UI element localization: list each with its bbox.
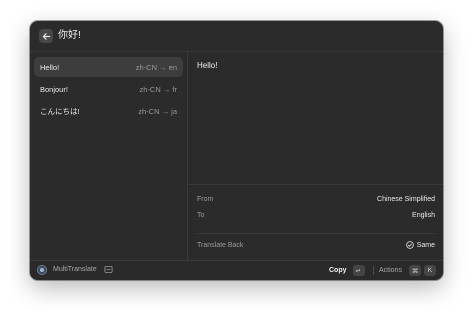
metadata-value: Chinese Simplified [377,195,435,203]
list-item[interactable]: Hello! zh-CN → en [34,57,183,77]
actions-button[interactable]: Actions ⌘ K [379,265,436,276]
k-key: K [423,265,436,276]
search-query[interactable]: 你好! [58,29,81,43]
list-item-label: Bonjour! [40,84,68,94]
metadata-panel: From Chinese Simplified To English Trans… [188,184,443,249]
back-button[interactable] [39,29,53,43]
list-item-direction: zh-CN → ja [138,106,177,116]
search-bar: 你好! [30,21,443,52]
metadata-value: Same [405,241,435,249]
metadata-divider [197,233,435,234]
detail-pane: Hello! From Chinese Simplified To Englis… [188,52,443,261]
metadata-value: English [412,211,435,219]
list-item-label: こんにちは! [40,106,80,116]
action-bar: MultiTranslate Copy ↵ Actions ⌘ K [30,260,443,280]
metadata-from: From Chinese Simplified [197,193,435,205]
app-logo-icon [37,265,47,275]
translate-back-value: Same [416,241,435,249]
list-item[interactable]: こんにちは! zh-CN → ja [34,101,183,121]
actions-label: Actions [379,267,402,274]
command-key-icon: ⌘ [408,265,421,276]
return-key-icon: ↵ [352,265,365,276]
copy-action-label: Copy [329,267,347,274]
list-item-label: Hello! [40,62,60,72]
translation-output: Hello! [197,61,218,70]
raycast-window: 你好! Hello! zh-CN → en Bonjour! zh-CN → f… [30,21,443,280]
metadata-label: To [197,211,205,219]
check-circle-icon [405,241,414,249]
list-item-direction: zh-CN → en [135,62,177,72]
translate-icon[interactable] [104,265,113,274]
list-item[interactable]: Bonjour! zh-CN → fr [34,79,183,99]
metadata-label: Translate Back [197,241,244,249]
list-item-direction: zh-CN → fr [139,84,178,94]
metadata-label: From [197,195,214,203]
footer-separator [373,266,374,275]
translation-list: Hello! zh-CN → en Bonjour! zh-CN → fr こん… [30,52,188,261]
app-name: MultiTranslate [53,266,97,273]
copy-action[interactable]: Copy ↵ [329,265,365,276]
metadata-translate-back: Translate Back Same [197,239,435,251]
arrow-left-icon [42,32,50,40]
metadata-to: To English [197,209,435,221]
